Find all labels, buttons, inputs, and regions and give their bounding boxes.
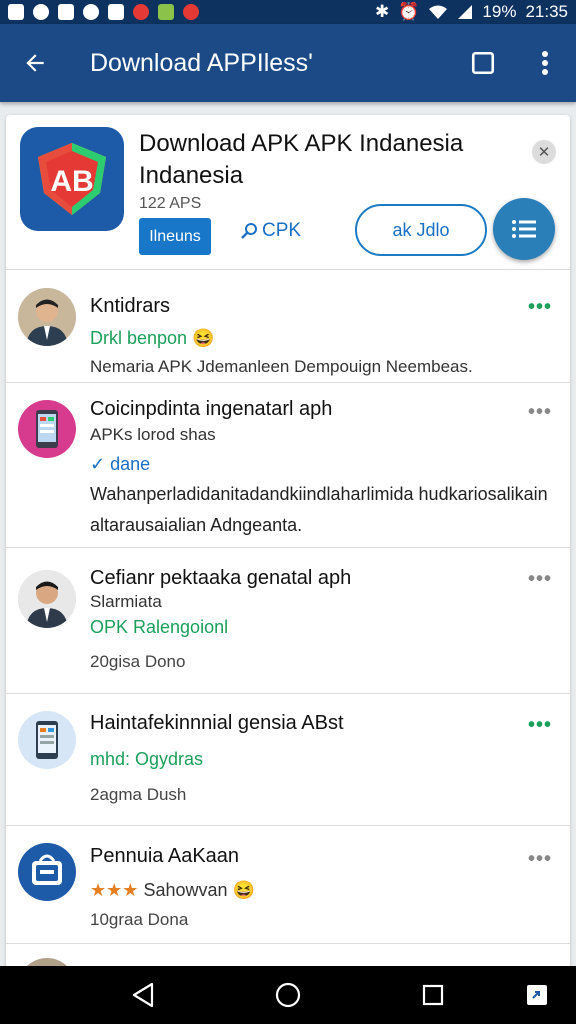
- item-subtitle: APKs lorod shas: [90, 425, 216, 444]
- notification-icon: [58, 4, 74, 20]
- notification-icon: [83, 4, 99, 20]
- item-timestamp: 2agma Dush: [90, 785, 187, 804]
- apk-link-label: CPK: [262, 220, 302, 241]
- close-button[interactable]: ✕: [532, 140, 556, 164]
- item-subtitle: Slarmiata: [90, 592, 162, 611]
- person-avatar-icon: [18, 288, 76, 346]
- circle-home-icon: [275, 982, 301, 1008]
- list-icon: [512, 220, 536, 238]
- download-pill-button[interactable]: ak Jdlo: [355, 204, 487, 256]
- search-icon: [241, 223, 257, 239]
- status-bar: ✱ ⏰ 19% 21:35: [0, 0, 576, 24]
- more-options-button[interactable]: •••: [528, 848, 552, 871]
- item-title: Pennuia AaKaan: [90, 845, 240, 867]
- item-description: Nemaria APK Jdemanleen Dempouign Neembea…: [90, 357, 473, 376]
- phone-icon: [36, 721, 58, 759]
- more-vertical-icon: [542, 51, 548, 75]
- back-button[interactable]: [0, 24, 70, 102]
- more-options-button[interactable]: •••: [528, 714, 552, 737]
- app-title: Download APK APK Indanesia Indanesia: [139, 130, 464, 189]
- app-card: AB Download APK APK Indanesia Indanesia …: [6, 115, 570, 975]
- app-header: AB Download APK APK Indanesia Indanesia …: [6, 115, 570, 270]
- phone-icon: [36, 410, 58, 448]
- notification-icon: [108, 4, 124, 20]
- app-bar: Download APPIless': [0, 24, 576, 102]
- item-rating: ★★★ Sahowvan 😆: [90, 880, 255, 900]
- notification-icons: [8, 4, 199, 20]
- item-title: Haintafekinnnial gensia ABst: [90, 712, 344, 734]
- system-icons: ✱ ⏰ 19% 21:35: [375, 2, 568, 22]
- list-fab-button[interactable]: [493, 198, 555, 260]
- arrow-left-icon: [26, 54, 44, 72]
- app-thumbnail: [18, 711, 76, 769]
- app-thumbnail: [18, 843, 76, 901]
- more-options-button[interactable]: •••: [528, 401, 552, 424]
- item-title: Coicinpdinta ingenatarl aph: [90, 398, 333, 420]
- rating-stars-icon: ★★★: [90, 880, 139, 900]
- notification-icon: [183, 4, 199, 20]
- notification-icon: [8, 4, 24, 20]
- signal-icon: [458, 5, 473, 19]
- keyboard-toggle-button[interactable]: [522, 980, 552, 1010]
- nav-back-button[interactable]: [128, 980, 158, 1010]
- app-meta: 122 APS: [139, 195, 202, 212]
- apk-link[interactable]: CPK: [240, 220, 301, 242]
- item-status: ✓ dane: [90, 454, 151, 474]
- item-status: Drkl benpon 😆: [90, 328, 215, 348]
- list-item[interactable]: Cefianr pektaaka genatal aph Slarmiata O…: [6, 548, 570, 694]
- page-title: Download APPIless': [90, 48, 313, 77]
- app-logo: AB: [20, 127, 124, 231]
- app-shortcut-icon: [527, 985, 547, 1005]
- wifi-icon: [429, 5, 448, 19]
- square-icon: [471, 51, 495, 75]
- list-item[interactable]: Pennuia AaKaan ★★★ Sahowvan 😆 10graa Don…: [6, 826, 570, 944]
- logo-text: AB: [50, 165, 93, 198]
- window-button[interactable]: [452, 24, 514, 102]
- item-status: OPK Ralengoionl: [90, 617, 229, 637]
- nav-recents-button[interactable]: [418, 980, 448, 1010]
- verified-icon: ✓: [90, 454, 106, 474]
- notification-icon: [33, 4, 49, 20]
- item-timestamp: 10graa Dona: [90, 910, 189, 929]
- square-recents-icon: [422, 984, 444, 1006]
- navigation-bar: [0, 966, 576, 1024]
- item-status: mhd: Ogydras: [90, 749, 204, 769]
- battery-level: 19%: [482, 2, 517, 21]
- more-options-button[interactable]: •••: [528, 568, 552, 591]
- more-options-button[interactable]: •••: [528, 296, 552, 319]
- item-description: Wahanperladidanitadandkiindlaharlimida h…: [90, 484, 548, 535]
- item-title: Cefianr pektaaka genatal aph: [90, 567, 352, 589]
- avatar: [18, 570, 76, 628]
- list-item[interactable]: Haintafekinnnial gensia ABst mhd: Ogydra…: [6, 694, 570, 826]
- item-title: Kntidrars: [90, 295, 171, 317]
- alarm-icon: ⏰: [398, 2, 420, 21]
- laughing-emoji-icon: 😆: [232, 880, 255, 900]
- shield-logo-icon: AB: [38, 143, 106, 215]
- clock: 21:35: [525, 2, 568, 21]
- bluetooth-icon: ✱: [375, 2, 390, 21]
- triangle-back-icon: [132, 982, 154, 1008]
- overflow-menu-button[interactable]: [514, 24, 576, 102]
- category-tag[interactable]: Ilneuns: [139, 218, 211, 255]
- store-bag-icon: [32, 854, 62, 885]
- list-item[interactable]: Kntidrars Drkl benpon 😆 Nemaria APK Jdem…: [6, 270, 570, 383]
- app-thumbnail: [18, 400, 76, 458]
- person-avatar-icon: [18, 570, 76, 628]
- avatar: [18, 288, 76, 346]
- notification-icon: [158, 4, 174, 20]
- laughing-emoji-icon: 😆: [192, 328, 215, 348]
- list-item[interactable]: Coicinpdinta ingenatarl aph APKs lorod s…: [6, 383, 570, 548]
- close-icon: ✕: [537, 144, 551, 161]
- item-timestamp: 20gisa Dono: [90, 652, 186, 671]
- notification-icon: [133, 4, 149, 20]
- nav-home-button[interactable]: [273, 980, 303, 1010]
